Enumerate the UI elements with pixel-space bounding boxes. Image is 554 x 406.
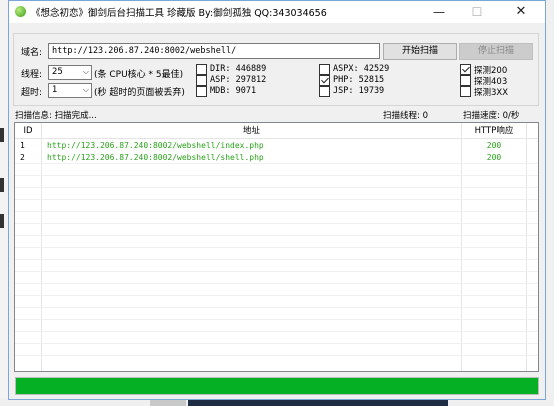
checkbox-jsp[interactable] bbox=[319, 86, 330, 97]
checkbox-aspx-label: ASPX: 42529 bbox=[333, 64, 390, 74]
maximize-button[interactable]: ☐ bbox=[461, 3, 493, 21]
background-fragment bbox=[0, 214, 4, 228]
row-divider bbox=[15, 355, 538, 356]
checkbox-jsp-label: JSP: 19739 bbox=[333, 86, 385, 96]
table-row[interactable]: 1 http://123.206.87.240:8002/webshell/in… bbox=[15, 140, 538, 152]
scan-threads-status: 扫描线程: 0 bbox=[383, 111, 428, 121]
row-divider bbox=[15, 175, 538, 176]
url-label: 域名: bbox=[21, 48, 43, 58]
row-divider bbox=[15, 343, 538, 344]
results-table[interactable]: ID 地址 HTTP响应 1 http://123.206.87.240:800… bbox=[14, 122, 539, 372]
checkbox-probe-403[interactable] bbox=[460, 75, 471, 86]
timeout-hint: (秒 超时的页面被丢弃) bbox=[94, 88, 185, 98]
threads-label: 线程: bbox=[21, 70, 43, 80]
checkbox-dir[interactable] bbox=[196, 64, 207, 75]
window-client-area: 域名: http://123.206.87.240:8002/webshell/… bbox=[9, 23, 545, 399]
row-divider bbox=[15, 295, 538, 296]
row-divider bbox=[15, 187, 538, 188]
row-divider bbox=[15, 235, 538, 236]
checkbox-mdb-label: MDB: 9071 bbox=[210, 86, 257, 96]
stop-scan-button[interactable]: 停止扫描 bbox=[459, 43, 533, 60]
table-row[interactable]: 2 http://123.206.87.240:8002/webshell/sh… bbox=[15, 152, 538, 164]
background-window-edge bbox=[546, 0, 554, 406]
url-input[interactable]: http://123.206.87.240:8002/webshell/ bbox=[48, 43, 380, 59]
checkbox-mdb[interactable] bbox=[196, 86, 207, 97]
row-divider bbox=[15, 199, 538, 200]
row-url: http://123.206.87.240:8002/webshell/shel… bbox=[47, 153, 264, 162]
row-divider bbox=[15, 271, 538, 272]
checkbox-php[interactable] bbox=[319, 75, 330, 86]
checkbox-probe-3xx-label: 探测3XX bbox=[474, 88, 509, 98]
minimize-button[interactable]: — bbox=[423, 3, 455, 21]
timeout-value: 1 bbox=[52, 85, 58, 95]
row-divider bbox=[15, 247, 538, 248]
window-title: 《想念初恋》御剑后台扫描工具 珍藏版 By:御剑孤独 QQ:343034656 bbox=[31, 8, 327, 19]
row-id: 2 bbox=[20, 153, 25, 162]
row-id: 1 bbox=[20, 141, 25, 150]
row-divider bbox=[15, 319, 538, 320]
title-bar[interactable]: 《想念初恋》御剑后台扫描工具 珍藏版 By:御剑孤独 QQ:343034656 … bbox=[9, 1, 545, 23]
scan-progress-bar bbox=[15, 377, 539, 395]
close-button[interactable]: ✕ bbox=[505, 3, 537, 21]
row-http-code: 200 bbox=[486, 141, 502, 150]
checkbox-dir-label: DIR: 446889 bbox=[210, 64, 267, 74]
column-header-http-response[interactable]: HTTP响应 bbox=[462, 123, 526, 139]
scan-info-status: 扫描信息: 扫描完成... bbox=[15, 111, 97, 121]
threads-value: 25 bbox=[52, 67, 63, 77]
checkbox-asp[interactable] bbox=[196, 75, 207, 86]
main-window: 《想念初恋》御剑后台扫描工具 珍藏版 By:御剑孤独 QQ:343034656 … bbox=[8, 0, 546, 400]
row-divider bbox=[15, 283, 538, 284]
row-divider bbox=[15, 307, 538, 308]
row-divider bbox=[15, 331, 538, 332]
app-icon bbox=[15, 6, 26, 17]
checkbox-aspx[interactable] bbox=[319, 64, 330, 75]
background-fragment bbox=[150, 400, 186, 406]
timeout-select[interactable]: 1 ⌵ bbox=[48, 83, 92, 98]
timeout-label: 超时: bbox=[21, 88, 43, 98]
scan-speed-status: 扫描速度: 0/秒 bbox=[463, 111, 520, 121]
row-divider bbox=[15, 223, 538, 224]
row-url: http://123.206.87.240:8002/webshell/inde… bbox=[47, 141, 264, 150]
threads-select[interactable]: 25 ⌵ bbox=[48, 65, 92, 80]
checkbox-probe-3xx[interactable] bbox=[460, 86, 471, 97]
table-header: ID 地址 HTTP响应 bbox=[15, 123, 538, 139]
checkbox-asp-label: ASP: 297812 bbox=[210, 75, 267, 85]
background-fragment bbox=[0, 178, 4, 192]
row-divider bbox=[15, 259, 538, 260]
checkbox-probe-200[interactable] bbox=[460, 64, 471, 75]
row-http-code: 200 bbox=[486, 153, 502, 162]
start-scan-button[interactable]: 开始扫描 bbox=[383, 43, 457, 60]
checkbox-php-label: PHP: 52815 bbox=[333, 75, 385, 85]
chevron-down-icon: ⌵ bbox=[82, 85, 89, 94]
background-fragment bbox=[0, 128, 4, 142]
column-header-address[interactable]: 地址 bbox=[42, 123, 461, 139]
column-header-id[interactable]: ID bbox=[15, 123, 41, 139]
threads-hint: (条 CPU核心 * 5最佳) bbox=[94, 70, 184, 80]
row-divider bbox=[15, 211, 538, 212]
chevron-down-icon: ⌵ bbox=[82, 67, 89, 76]
